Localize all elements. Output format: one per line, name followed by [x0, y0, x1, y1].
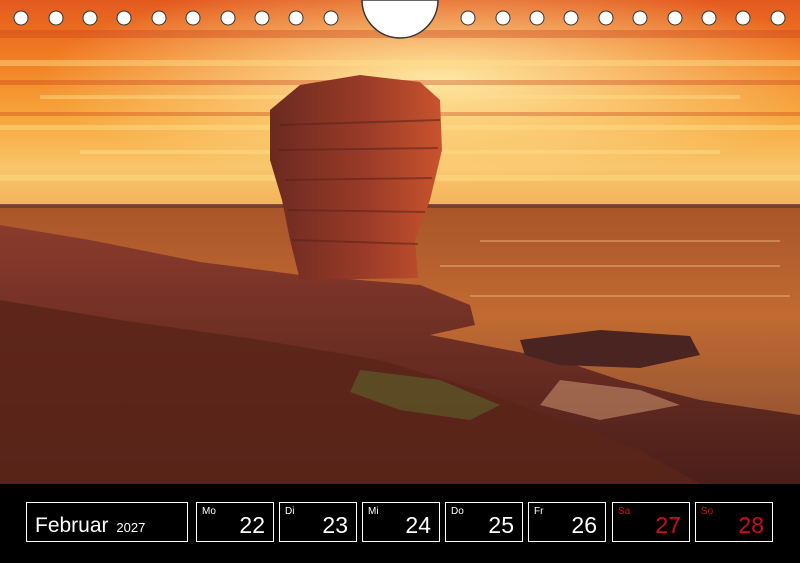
calendar-strip: Februar 2027 Mo 22 Di 23 Mi 24 Do 25 Fr … — [0, 484, 800, 563]
day-abbr: Mi — [368, 506, 379, 517]
day-cell-saturday: Sa 27 — [612, 502, 690, 542]
day-abbr: Do — [451, 506, 464, 517]
day-number: 27 — [655, 512, 681, 538]
day-abbr: Di — [285, 506, 295, 517]
day-cell-thursday: Do 25 — [445, 502, 523, 542]
month-box: Februar 2027 — [26, 502, 188, 542]
day-number: 22 — [239, 512, 265, 538]
day-cell-monday: Mo 22 — [196, 502, 274, 542]
day-cell-tuesday: Di 23 — [279, 502, 357, 542]
day-abbr: So — [701, 506, 714, 517]
day-number: 28 — [738, 512, 764, 538]
day-abbr: Fr — [534, 506, 544, 517]
calendar-page: Februar 2027 Mo 22 Di 23 Mi 24 Do 25 Fr … — [0, 0, 800, 563]
day-number: 23 — [322, 512, 348, 538]
day-number: 25 — [488, 512, 514, 538]
day-abbr: Sa — [618, 506, 631, 517]
day-abbr: Mo — [202, 506, 216, 517]
day-number: 24 — [405, 512, 431, 538]
day-cell-wednesday: Mi 24 — [362, 502, 440, 542]
month-name: Februar — [35, 514, 109, 537]
sea-stack-sunset-photo — [0, 0, 800, 484]
spiral-binding — [13, 0, 786, 39]
day-number: 26 — [571, 512, 597, 538]
month-year: 2027 — [116, 520, 146, 535]
day-cell-friday: Fr 26 — [528, 502, 606, 542]
day-cell-sunday: So 28 — [695, 502, 773, 542]
